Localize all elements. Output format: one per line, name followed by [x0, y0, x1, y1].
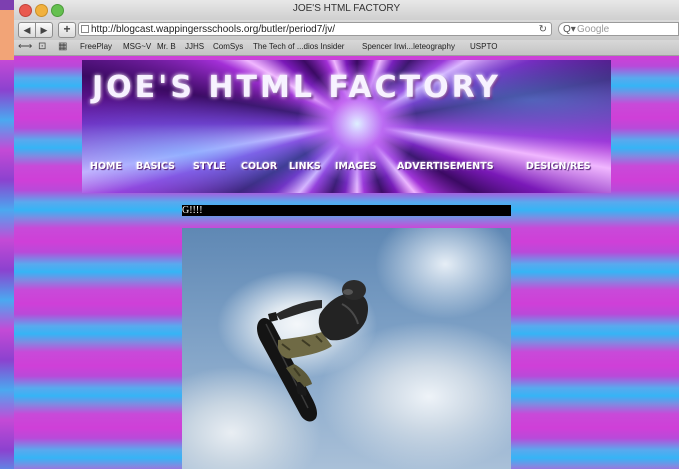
- bookmark-item[interactable]: Spencer Irwi...leteography: [362, 42, 455, 51]
- address-bar[interactable]: http://blogcast.wappingersschools.org/bu…: [78, 22, 552, 36]
- forward-button[interactable]: ▶: [35, 22, 53, 38]
- bookmarks-book-icon[interactable]: ⊡: [38, 41, 46, 52]
- page-heading-text: G!!!!: [182, 205, 203, 216]
- top-sites-grid-icon[interactable]: ▦: [58, 41, 67, 52]
- back-button[interactable]: ◀: [18, 22, 36, 38]
- web-page: JOE'S HTML FACTORY HOME BASICS STYLE COL…: [14, 56, 679, 469]
- window-title: JOE'S HTML FACTORY: [292, 3, 401, 14]
- search-input[interactable]: Q▾ Google: [558, 22, 679, 36]
- nav-link-design-res[interactable]: DESIGN/RES: [526, 161, 591, 172]
- nav-link-color[interactable]: COLOR: [241, 161, 277, 172]
- browser-window: JOE'S HTML FACTORY ◀ ▶ + http://blogcast…: [14, 0, 679, 469]
- nav-link-home[interactable]: HOME: [90, 161, 122, 172]
- bookmark-item[interactable]: Mr. B: [157, 42, 176, 51]
- bookmarks-bar: ⟷ ⊡ ▦ FreePlay MSG~V Mr. B JJHS ComSys T…: [14, 40, 679, 56]
- search-placeholder: Google: [577, 24, 610, 35]
- bookmark-item[interactable]: ComSys: [213, 42, 243, 51]
- favicon-icon: [81, 25, 89, 33]
- site-logo-title: JOE'S HTML FACTORY: [92, 70, 501, 105]
- bookmark-item[interactable]: USPTO: [470, 42, 497, 51]
- title-bar: JOE'S HTML FACTORY: [14, 0, 679, 21]
- bookmark-item[interactable]: MSG~V: [123, 42, 151, 51]
- back-arrow-icon: ◀: [23, 25, 31, 35]
- snowboarder-photo: [182, 228, 511, 469]
- browser-toolbar: ◀ ▶ + http://blogcast.wappingersschools.…: [14, 20, 679, 40]
- site-nav: HOME BASICS STYLE COLOR LINKS IMAGES ADV…: [90, 161, 610, 177]
- nav-link-links[interactable]: LINKS: [289, 161, 321, 172]
- address-url: http://blogcast.wappingersschools.org/bu…: [91, 24, 336, 35]
- nav-link-images[interactable]: IMAGES: [335, 161, 376, 172]
- bookmark-item[interactable]: JJHS: [185, 42, 204, 51]
- nav-link-basics[interactable]: BASICS: [136, 161, 175, 172]
- reload-icon[interactable]: ↻: [539, 23, 547, 35]
- page-heading-bar: G!!!!: [182, 205, 511, 216]
- search-icon: Q▾: [563, 24, 576, 35]
- site-banner: JOE'S HTML FACTORY HOME BASICS STYLE COL…: [82, 60, 611, 193]
- reading-list-icon[interactable]: ⟷: [18, 41, 32, 52]
- plus-icon: +: [63, 22, 71, 36]
- snowboarder-figure: [257, 280, 368, 422]
- add-bookmark-button[interactable]: +: [58, 22, 76, 38]
- bookmark-item[interactable]: FreePlay: [80, 42, 112, 51]
- nav-link-style[interactable]: STYLE: [193, 161, 226, 172]
- forward-arrow-icon: ▶: [40, 25, 48, 35]
- desktop-background-left: [0, 60, 14, 469]
- bookmark-item[interactable]: The Tech of ...dios Insider: [253, 42, 344, 51]
- nav-link-advertisements[interactable]: ADVERTISEMENTS: [397, 161, 494, 172]
